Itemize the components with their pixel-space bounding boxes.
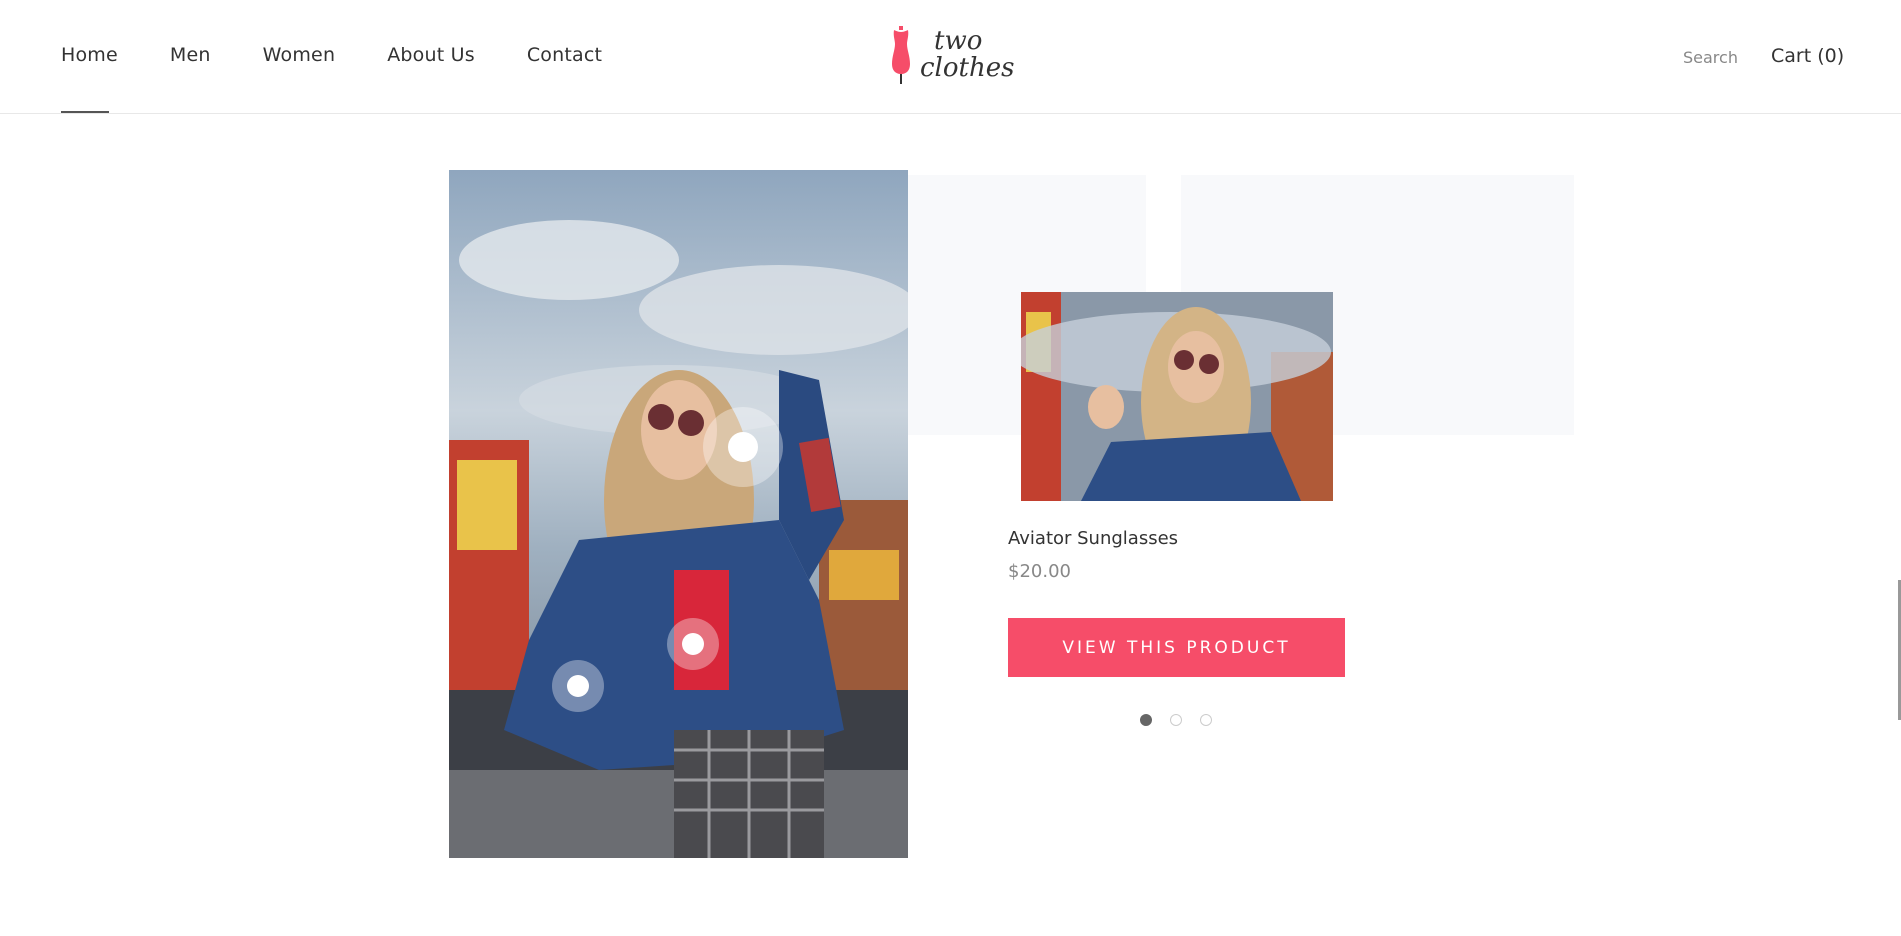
cart-link[interactable]: Cart (0) [1771,45,1844,67]
hotspot-top[interactable] [667,618,719,670]
nav-women[interactable]: Women [263,44,336,66]
dress-form-icon [892,26,910,84]
hotspot-dot [567,675,589,697]
nav-home[interactable]: Home [61,44,118,66]
search-link[interactable]: Search [1683,48,1738,67]
hotspot-sunglasses[interactable] [703,407,783,487]
hotspot-dot [682,633,704,655]
nav-men[interactable]: Men [170,44,211,66]
product-thumbnail[interactable] [1021,292,1333,501]
lookbook-photo [449,170,908,858]
hotspot-jacket[interactable] [552,660,604,712]
site-header: Home Men Women About Us Contact two clot… [0,0,1901,114]
carousel-dot-2[interactable] [1170,714,1182,726]
background-text [322,170,328,191]
nav-about-us[interactable]: About Us [387,44,475,66]
view-product-button[interactable]: VIEW THIS PRODUCT [1008,618,1345,677]
lookbook-image [449,170,908,858]
logo-line-2: clothes [920,53,1015,83]
product-name[interactable]: Aviator Sunglasses [1008,528,1178,549]
carousel-dot-1[interactable] [1140,714,1152,726]
logo[interactable]: two clothes [890,26,1014,84]
logo-line-1: two [934,26,983,56]
hotspot-dot [728,432,758,462]
product-photo [1021,292,1333,501]
carousel-dots [1140,714,1212,726]
nav-contact[interactable]: Contact [527,44,602,66]
product-price: $20.00 [1008,561,1071,582]
carousel-dot-3[interactable] [1200,714,1212,726]
active-nav-indicator [61,111,109,113]
main-nav: Home Men Women About Us Contact [61,44,654,66]
logo-text: two clothes [920,28,1014,82]
